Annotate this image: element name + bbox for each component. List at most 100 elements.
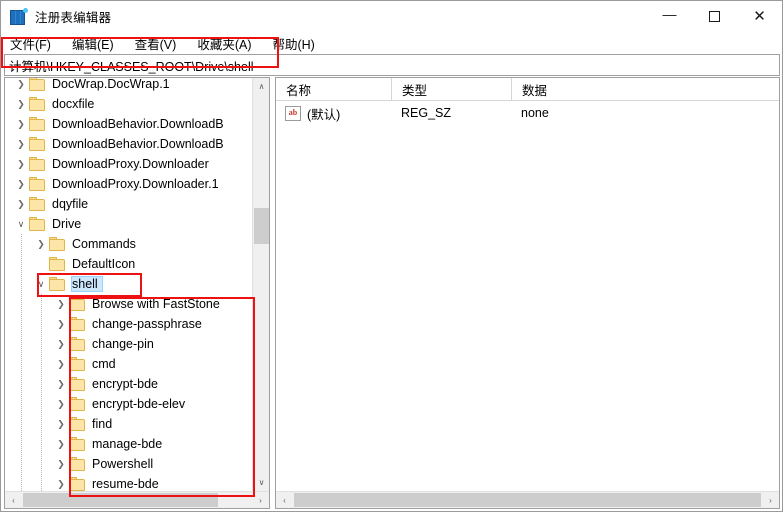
tree-item-label: change-pin <box>92 337 154 351</box>
minimize-button[interactable]: — <box>647 1 692 32</box>
values-horizontal-scrollbar[interactable]: ‹ › <box>276 491 779 508</box>
maximize-button[interactable] <box>692 1 737 32</box>
column-header-name[interactable]: 名称 <box>276 78 391 101</box>
chevron-right-icon[interactable]: ❯ <box>13 94 29 114</box>
tree-item[interactable]: ❯ find <box>5 414 253 434</box>
chevron-right-icon[interactable]: ❯ <box>13 154 29 174</box>
chevron-right-icon[interactable]: ❯ <box>53 294 69 314</box>
tree-item[interactable]: ❯ DocWrap.DocWrap.1 <box>5 78 253 94</box>
chevron-down-icon[interactable]: ∨ <box>13 214 29 234</box>
tree-item[interactable]: ❯ DownloadProxy.Downloader <box>5 154 253 174</box>
chevron-right-icon[interactable]: ❯ <box>13 134 29 154</box>
chevron-down-icon[interactable]: ∨ <box>33 274 49 294</box>
folder-icon <box>49 237 66 251</box>
value-name-cell: (默认) <box>307 107 341 122</box>
tree-guide-line <box>21 234 22 254</box>
tree-item[interactable]: ❯ Commands <box>5 234 253 254</box>
tree-guide-line <box>21 414 22 434</box>
chevron-right-icon[interactable]: ❯ <box>33 234 49 254</box>
chevron-right-icon[interactable]: ❯ <box>53 414 69 434</box>
column-header-type[interactable]: 类型 <box>391 78 511 101</box>
value-data-cell: none <box>521 106 549 120</box>
tree-item[interactable]: ❯ change-passphrase <box>5 314 253 334</box>
folder-icon <box>69 377 86 391</box>
tree-item[interactable]: ∨ shell <box>5 274 253 294</box>
values-hscroll-thumb[interactable] <box>294 493 761 507</box>
tree-item[interactable]: ❯ Browse with FastStone <box>5 294 253 314</box>
address-path-text: 计算机\HKEY_CLASSES_ROOT\Drive\shell <box>9 59 254 74</box>
scroll-right-arrow-icon[interactable]: › <box>252 492 269 508</box>
chevron-right-icon[interactable]: ❯ <box>53 394 69 414</box>
tree-item-label: docxfile <box>52 97 95 111</box>
tree-guide-line <box>21 474 22 491</box>
table-row[interactable]: ab (默认) REG_SZ none <box>276 101 779 125</box>
tree-item[interactable]: DefaultIcon <box>5 254 253 274</box>
tree-item-label: DownloadBehavior.DownloadB <box>52 137 224 151</box>
tree-hscroll-thumb[interactable] <box>23 493 218 507</box>
tree-item[interactable]: ❯ DownloadBehavior.DownloadB <box>5 114 253 134</box>
tree-item-label: encrypt-bde-elev <box>92 397 186 411</box>
close-button[interactable]: ✕ <box>737 1 782 32</box>
folder-icon <box>69 317 86 331</box>
tree-guide-line <box>41 474 42 491</box>
menu-item-view[interactable]: 查看(V) <box>133 32 186 55</box>
column-header-data[interactable]: 数据 <box>511 78 779 101</box>
tree-horizontal-scrollbar[interactable]: ‹ › <box>5 491 269 508</box>
tree-item[interactable]: ❯ Powershell <box>5 454 253 474</box>
folder-icon <box>69 477 86 491</box>
menu-item-help[interactable]: 帮助(H) <box>270 32 323 55</box>
scroll-down-arrow-icon[interactable]: ∨ <box>253 474 269 491</box>
chevron-right-icon[interactable]: ❯ <box>13 114 29 134</box>
menu-item-file[interactable]: 文件(F) <box>8 32 60 55</box>
tree-item[interactable]: ❯ dqyfile <box>5 194 253 214</box>
address-bar[interactable]: 计算机\HKEY_CLASSES_ROOT\Drive\shell <box>4 54 780 76</box>
tree-item[interactable]: ❯ manage-bde <box>5 434 253 454</box>
tree-item[interactable]: ❯ encrypt-bde-elev <box>5 394 253 414</box>
chevron-right-icon[interactable]: ❯ <box>13 194 29 214</box>
menu-item-edit[interactable]: 编辑(E) <box>70 32 123 55</box>
tree-item[interactable]: ❯ change-pin <box>5 334 253 354</box>
chevron-right-icon[interactable]: ❯ <box>53 454 69 474</box>
chevron-right-icon[interactable]: ❯ <box>53 354 69 374</box>
title-bar: 注册表编辑器 — ✕ <box>1 1 782 32</box>
scroll-up-arrow-icon[interactable]: ∧ <box>253 78 269 95</box>
tree-item[interactable]: ∨ Drive <box>5 214 253 234</box>
chevron-right-icon[interactable]: ❯ <box>53 334 69 354</box>
tree-guide-line <box>21 254 22 274</box>
minimize-icon: — <box>662 5 677 22</box>
chevron-right-icon[interactable]: ❯ <box>53 374 69 394</box>
folder-icon <box>29 197 46 211</box>
folder-icon <box>69 457 86 471</box>
registry-editor-window: 注册表编辑器 — ✕ 文件(F) 编辑(E) 查看(V) 收藏夹(A) 帮助(H… <box>0 0 783 512</box>
tree-item[interactable]: ❯ DownloadBehavior.DownloadB <box>5 134 253 154</box>
tree-viewport: ❯ DocWrap.DocWrap.1 ❯ docxfile ❯ DownloadBeha… <box>5 78 253 491</box>
string-value-icon: ab <box>285 105 301 121</box>
tree-item-label: DownloadProxy.Downloader.1 <box>52 177 219 191</box>
tree-item-label: DefaultIcon <box>72 257 136 271</box>
tree-guide-line <box>21 294 22 314</box>
folder-icon <box>69 297 86 311</box>
folder-icon <box>29 97 46 111</box>
tree-guide-line <box>41 334 42 354</box>
chevron-right-icon[interactable]: ❯ <box>53 474 69 491</box>
tree-vertical-scrollbar[interactable]: ∧ ∨ <box>252 78 269 491</box>
tree-item-label: Drive <box>52 217 82 231</box>
values-scroll-left-arrow-icon[interactable]: ‹ <box>276 492 293 508</box>
tree-item[interactable]: ❯ resume-bde <box>5 474 253 491</box>
tree-item-label: DownloadBehavior.DownloadB <box>52 117 224 131</box>
tree-item[interactable]: ❯ docxfile <box>5 94 253 114</box>
chevron-right-icon[interactable]: ❯ <box>53 434 69 454</box>
scroll-left-arrow-icon[interactable]: ‹ <box>5 492 22 508</box>
tree-guide-line <box>21 374 22 394</box>
tree-guide-line <box>41 454 42 474</box>
menu-item-favorites[interactable]: 收藏夹(A) <box>195 32 260 55</box>
tree-item[interactable]: ❯ encrypt-bde <box>5 374 253 394</box>
chevron-right-icon[interactable]: ❯ <box>13 78 29 94</box>
chevron-right-icon[interactable]: ❯ <box>53 314 69 334</box>
tree-item[interactable]: ❯ cmd <box>5 354 253 374</box>
folder-icon <box>29 177 46 191</box>
tree-item[interactable]: ❯ DownloadProxy.Downloader.1 <box>5 174 253 194</box>
tree-vscroll-thumb[interactable] <box>254 208 269 244</box>
chevron-right-icon[interactable]: ❯ <box>13 174 29 194</box>
values-scroll-right-arrow-icon[interactable]: › <box>762 492 779 508</box>
